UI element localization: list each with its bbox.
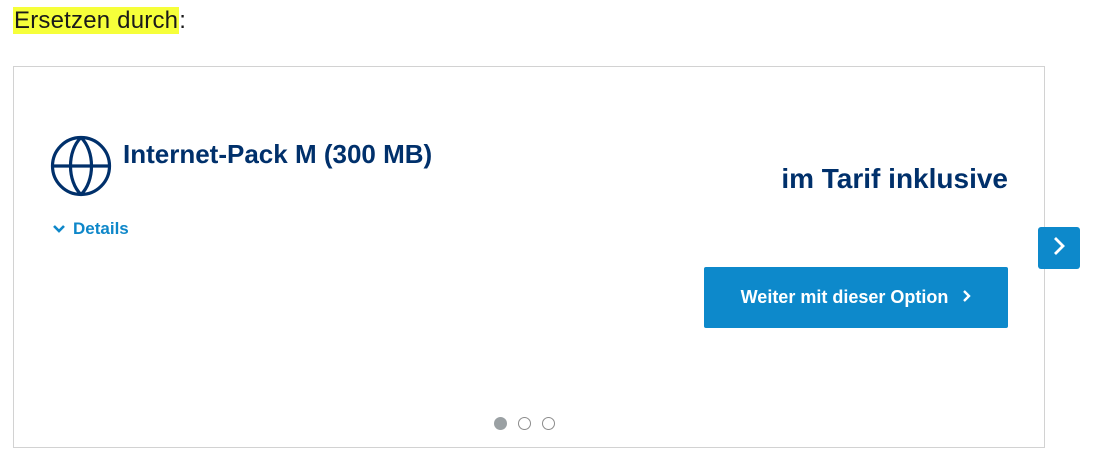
globe-icon — [50, 135, 112, 197]
carousel-next-button[interactable] — [1038, 227, 1080, 269]
section-heading: Ersetzen durch: — [13, 7, 186, 35]
chevron-right-icon — [1052, 235, 1066, 262]
chevron-down-icon — [52, 219, 66, 239]
chevron-right-icon — [962, 287, 972, 308]
price-text: im Tarif inklusive — [781, 163, 1008, 194]
carousel-pagination — [494, 417, 555, 430]
details-label: Details — [73, 219, 129, 238]
heading-suffix: : — [179, 7, 187, 34]
pagination-dot-3[interactable] — [542, 417, 555, 430]
cta-label: Weiter mit dieser Option — [740, 287, 949, 307]
details-toggle[interactable]: Details — [52, 219, 129, 239]
option-title: Internet-Pack M (300 MB) — [123, 139, 433, 169]
pagination-dot-1[interactable] — [494, 417, 507, 430]
continue-with-option-button[interactable]: Weiter mit dieser Option — [704, 267, 1008, 328]
pagination-dot-2[interactable] — [518, 417, 531, 430]
option-card: Internet-Pack M (300 MB) Details im Tari… — [13, 66, 1045, 448]
heading-highlight: Ersetzen durch — [13, 7, 180, 34]
